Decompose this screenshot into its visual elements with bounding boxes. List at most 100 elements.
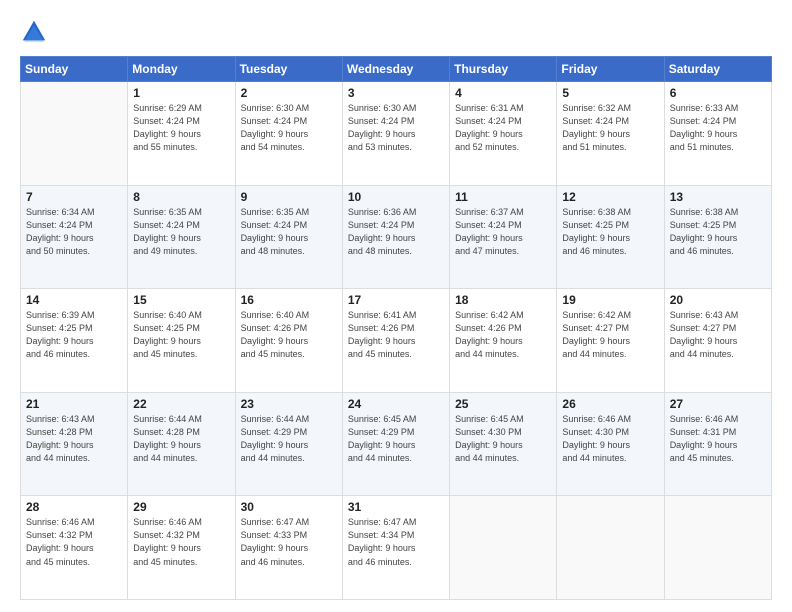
calendar-cell: 26 Sunrise: 6:46 AMSunset: 4:30 PMDayligh… <box>557 392 664 496</box>
day-info: Sunrise: 6:38 AMSunset: 4:25 PMDaylight:… <box>670 206 766 258</box>
day-header-thursday: Thursday <box>450 57 557 82</box>
day-header-wednesday: Wednesday <box>342 57 449 82</box>
calendar-cell: 5 Sunrise: 6:32 AMSunset: 4:24 PMDaylight… <box>557 82 664 186</box>
day-info: Sunrise: 6:44 AMSunset: 4:29 PMDaylight:… <box>241 413 337 465</box>
calendar-header-row: SundayMondayTuesdayWednesdayThursdayFrid… <box>21 57 772 82</box>
calendar-week-row: 14Sunrise: 6:39 AMSunset: 4:25 PMDayligh… <box>21 289 772 393</box>
day-number: 22 <box>133 397 229 411</box>
day-info: Sunrise: 6:40 AMSunset: 4:25 PMDaylight:… <box>133 309 229 361</box>
calendar-cell: 28 Sunrise: 6:46 AMSunset: 4:32 PMDayligh… <box>21 496 128 600</box>
calendar-cell: 31 Sunrise: 6:47 AMSunset: 4:34 PMDayligh… <box>342 496 449 600</box>
day-info: Sunrise: 6:39 AMSunset: 4:25 PMDaylight:… <box>26 309 122 361</box>
day-info: Sunrise: 6:46 AMSunset: 4:32 PMDaylight:… <box>133 516 229 568</box>
day-number: 23 <box>241 397 337 411</box>
calendar-cell: 13Sunrise: 6:38 AMSunset: 4:25 PMDayligh… <box>664 185 771 289</box>
day-number: 5 <box>562 86 658 100</box>
calendar-cell <box>450 496 557 600</box>
day-info: Sunrise: 6:30 AMSunset: 4:24 PMDaylight:… <box>241 102 337 154</box>
calendar-cell <box>664 496 771 600</box>
day-info: Sunrise: 6:42 AMSunset: 4:26 PMDaylight:… <box>455 309 551 361</box>
calendar-cell: 2 Sunrise: 6:30 AMSunset: 4:24 PMDaylight… <box>235 82 342 186</box>
day-number: 17 <box>348 293 444 307</box>
day-number: 9 <box>241 190 337 204</box>
calendar-cell: 23 Sunrise: 6:44 AMSunset: 4:29 PMDayligh… <box>235 392 342 496</box>
day-number: 7 <box>26 190 122 204</box>
calendar-cell: 10Sunrise: 6:36 AMSunset: 4:24 PMDayligh… <box>342 185 449 289</box>
calendar-cell: 9 Sunrise: 6:35 AMSunset: 4:24 PMDaylight… <box>235 185 342 289</box>
calendar-week-row: 21Sunrise: 6:43 AMSunset: 4:28 PMDayligh… <box>21 392 772 496</box>
calendar-cell: 30 Sunrise: 6:47 AMSunset: 4:33 PMDayligh… <box>235 496 342 600</box>
calendar-cell <box>557 496 664 600</box>
calendar-cell: 4Sunrise: 6:31 AMSunset: 4:24 PMDaylight… <box>450 82 557 186</box>
day-info: Sunrise: 6:45 AMSunset: 4:30 PMDaylight:… <box>455 413 551 465</box>
day-number: 18 <box>455 293 551 307</box>
calendar-cell: 6 Sunrise: 6:33 AMSunset: 4:24 PMDaylight… <box>664 82 771 186</box>
day-info: Sunrise: 6:42 AMSunset: 4:27 PMDaylight:… <box>562 309 658 361</box>
logo <box>20 18 52 46</box>
day-header-saturday: Saturday <box>664 57 771 82</box>
day-info: Sunrise: 6:43 AMSunset: 4:27 PMDaylight:… <box>670 309 766 361</box>
calendar-cell: 8 Sunrise: 6:35 AMSunset: 4:24 PMDaylight… <box>128 185 235 289</box>
day-info: Sunrise: 6:38 AMSunset: 4:25 PMDaylight:… <box>562 206 658 258</box>
day-header-tuesday: Tuesday <box>235 57 342 82</box>
calendar-cell: 16 Sunrise: 6:40 AMSunset: 4:26 PMDayligh… <box>235 289 342 393</box>
calendar-cell: 15 Sunrise: 6:40 AMSunset: 4:25 PMDayligh… <box>128 289 235 393</box>
day-number: 31 <box>348 500 444 514</box>
day-number: 24 <box>348 397 444 411</box>
calendar-cell: 3Sunrise: 6:30 AMSunset: 4:24 PMDaylight… <box>342 82 449 186</box>
day-info: Sunrise: 6:47 AMSunset: 4:33 PMDaylight:… <box>241 516 337 568</box>
calendar-cell: 11 Sunrise: 6:37 AMSunset: 4:24 PMDayligh… <box>450 185 557 289</box>
day-number: 30 <box>241 500 337 514</box>
day-info: Sunrise: 6:31 AMSunset: 4:24 PMDaylight:… <box>455 102 551 154</box>
day-number: 16 <box>241 293 337 307</box>
day-number: 12 <box>562 190 658 204</box>
calendar-cell: 19 Sunrise: 6:42 AMSunset: 4:27 PMDayligh… <box>557 289 664 393</box>
day-number: 8 <box>133 190 229 204</box>
day-info: Sunrise: 6:41 AMSunset: 4:26 PMDaylight:… <box>348 309 444 361</box>
calendar-week-row: 1 Sunrise: 6:29 AMSunset: 4:24 PMDaylight… <box>21 82 772 186</box>
day-number: 10 <box>348 190 444 204</box>
day-number: 15 <box>133 293 229 307</box>
day-info: Sunrise: 6:40 AMSunset: 4:26 PMDaylight:… <box>241 309 337 361</box>
calendar-week-row: 7 Sunrise: 6:34 AMSunset: 4:24 PMDaylight… <box>21 185 772 289</box>
calendar-cell: 27 Sunrise: 6:46 AMSunset: 4:31 PMDayligh… <box>664 392 771 496</box>
day-number: 1 <box>133 86 229 100</box>
day-info: Sunrise: 6:32 AMSunset: 4:24 PMDaylight:… <box>562 102 658 154</box>
header <box>20 18 772 46</box>
day-info: Sunrise: 6:30 AMSunset: 4:24 PMDaylight:… <box>348 102 444 154</box>
day-info: Sunrise: 6:45 AMSunset: 4:29 PMDaylight:… <box>348 413 444 465</box>
day-info: Sunrise: 6:44 AMSunset: 4:28 PMDaylight:… <box>133 413 229 465</box>
day-number: 6 <box>670 86 766 100</box>
calendar-cell: 14Sunrise: 6:39 AMSunset: 4:25 PMDayligh… <box>21 289 128 393</box>
calendar-week-row: 28 Sunrise: 6:46 AMSunset: 4:32 PMDayligh… <box>21 496 772 600</box>
calendar-cell: 22 Sunrise: 6:44 AMSunset: 4:28 PMDayligh… <box>128 392 235 496</box>
page: SundayMondayTuesdayWednesdayThursdayFrid… <box>0 0 792 612</box>
day-info: Sunrise: 6:29 AMSunset: 4:24 PMDaylight:… <box>133 102 229 154</box>
day-number: 26 <box>562 397 658 411</box>
day-info: Sunrise: 6:46 AMSunset: 4:32 PMDaylight:… <box>26 516 122 568</box>
day-info: Sunrise: 6:46 AMSunset: 4:31 PMDaylight:… <box>670 413 766 465</box>
day-number: 28 <box>26 500 122 514</box>
calendar-table: SundayMondayTuesdayWednesdayThursdayFrid… <box>20 56 772 600</box>
day-number: 20 <box>670 293 766 307</box>
day-number: 19 <box>562 293 658 307</box>
day-info: Sunrise: 6:33 AMSunset: 4:24 PMDaylight:… <box>670 102 766 154</box>
day-info: Sunrise: 6:47 AMSunset: 4:34 PMDaylight:… <box>348 516 444 568</box>
calendar-cell: 24 Sunrise: 6:45 AMSunset: 4:29 PMDayligh… <box>342 392 449 496</box>
day-number: 2 <box>241 86 337 100</box>
day-info: Sunrise: 6:35 AMSunset: 4:24 PMDaylight:… <box>241 206 337 258</box>
calendar-cell: 29Sunrise: 6:46 AMSunset: 4:32 PMDayligh… <box>128 496 235 600</box>
day-number: 27 <box>670 397 766 411</box>
day-number: 11 <box>455 190 551 204</box>
day-info: Sunrise: 6:37 AMSunset: 4:24 PMDaylight:… <box>455 206 551 258</box>
day-number: 21 <box>26 397 122 411</box>
day-info: Sunrise: 6:34 AMSunset: 4:24 PMDaylight:… <box>26 206 122 258</box>
calendar-cell: 20 Sunrise: 6:43 AMSunset: 4:27 PMDayligh… <box>664 289 771 393</box>
calendar-cell: 25 Sunrise: 6:45 AMSunset: 4:30 PMDayligh… <box>450 392 557 496</box>
day-header-sunday: Sunday <box>21 57 128 82</box>
day-info: Sunrise: 6:46 AMSunset: 4:30 PMDaylight:… <box>562 413 658 465</box>
day-info: Sunrise: 6:35 AMSunset: 4:24 PMDaylight:… <box>133 206 229 258</box>
day-number: 25 <box>455 397 551 411</box>
day-header-monday: Monday <box>128 57 235 82</box>
calendar-cell: 18 Sunrise: 6:42 AMSunset: 4:26 PMDayligh… <box>450 289 557 393</box>
